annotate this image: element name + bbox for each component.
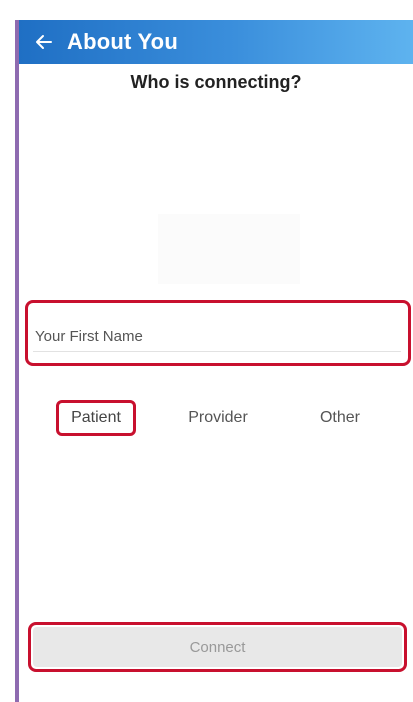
frame-border [15,20,19,702]
app-header: About You [19,20,413,64]
first-name-input[interactable] [33,322,401,352]
about-you-screen: About You Who is connecting? Patient Pro… [0,0,413,702]
role-option-patient[interactable]: Patient [56,400,136,436]
connect-button[interactable]: Connect [33,627,402,667]
arrow-left-icon[interactable] [35,33,53,51]
role-option-other[interactable]: Other [305,400,375,436]
page-subtitle: Who is connecting? [130,72,302,92]
role-option-provider[interactable]: Provider [178,400,258,436]
page-title: About You [67,29,178,54]
logo-placeholder [158,214,300,284]
